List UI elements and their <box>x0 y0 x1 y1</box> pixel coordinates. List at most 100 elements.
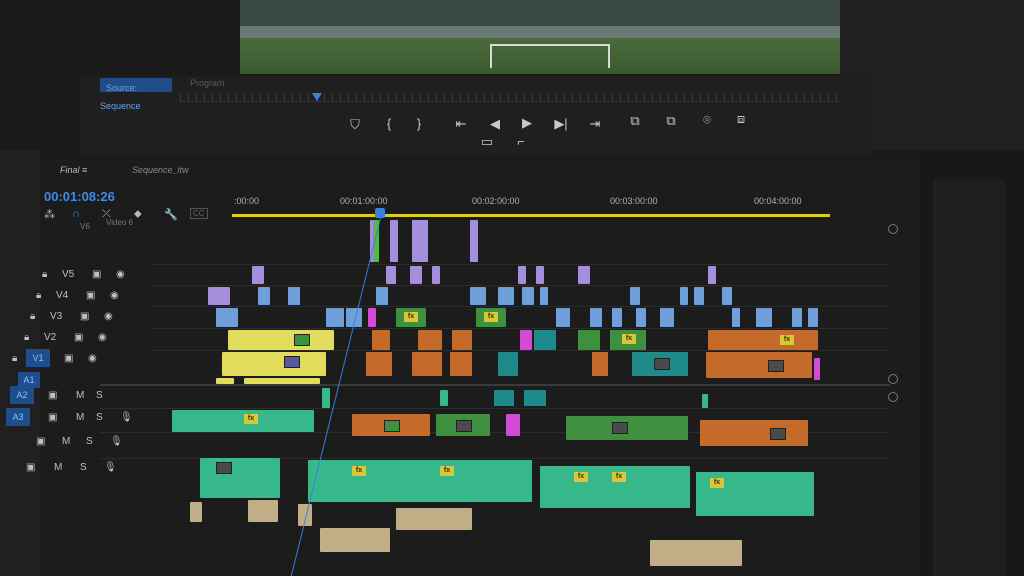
audio-clip[interactable] <box>440 390 448 406</box>
audio-clip[interactable] <box>700 420 808 446</box>
zoom-handle[interactable] <box>888 392 898 402</box>
go-to-out-button[interactable]: ⇥ <box>586 116 604 132</box>
step-back-button[interactable]: ◀ <box>486 116 504 132</box>
video-clip[interactable] <box>372 330 390 350</box>
add-marker-icon[interactable]: ⬥ <box>134 208 142 221</box>
audio-clip[interactable] <box>650 540 742 566</box>
audio-clip[interactable] <box>322 388 330 408</box>
video-clip[interactable] <box>660 308 674 327</box>
video-clip[interactable] <box>520 330 532 350</box>
video-clip[interactable] <box>216 378 234 384</box>
video-clip[interactable] <box>636 308 646 327</box>
mark-out-button[interactable]: } <box>410 116 428 131</box>
solo-button[interactable]: S <box>86 436 93 447</box>
tab-source[interactable]: Source: Sequence <box>100 78 172 111</box>
sync-icon[interactable]: ▣ <box>92 269 101 280</box>
audio-clip[interactable] <box>436 414 490 436</box>
eye-icon[interactable]: ◉ <box>110 290 119 301</box>
video-clip[interactable] <box>390 220 398 262</box>
video-clip[interactable] <box>326 308 344 327</box>
video-clip[interactable] <box>228 330 334 350</box>
timecode-display[interactable]: 00:01:08:26 <box>44 189 115 204</box>
eye-icon[interactable]: ◉ <box>88 353 97 364</box>
lock-icon[interactable]: 🔒︎ <box>36 290 41 301</box>
video-clip[interactable] <box>518 266 526 284</box>
step-forward-button[interactable]: ▶| <box>552 116 570 132</box>
video-clip[interactable] <box>592 352 608 376</box>
export-frame-button[interactable]: ⌾ <box>698 112 716 128</box>
track-label[interactable]: V1 <box>26 349 50 367</box>
playhead-handle[interactable] <box>375 208 385 218</box>
audio-clip[interactable] <box>396 508 472 530</box>
video-clip[interactable] <box>498 287 514 305</box>
audio-clip[interactable]: fx <box>172 410 314 432</box>
lock-icon[interactable]: 🔒︎ <box>24 332 29 343</box>
go-to-in-button[interactable]: ⇤ <box>452 116 470 132</box>
video-clip[interactable] <box>722 287 732 305</box>
video-clip[interactable] <box>632 352 688 376</box>
mic-icon[interactable]: 🎙︎ <box>120 412 133 423</box>
insert-button[interactable]: ⧉ <box>626 113 644 129</box>
audio-clip[interactable] <box>524 390 546 406</box>
mute-button[interactable]: M <box>62 436 70 447</box>
video-clip[interactable] <box>432 266 440 284</box>
video-clip[interactable] <box>208 287 230 305</box>
audio-clip[interactable] <box>248 500 278 522</box>
video-clip[interactable] <box>450 352 472 376</box>
lock-icon[interactable]: 🔒︎ <box>30 311 35 322</box>
video-clip[interactable] <box>732 308 740 327</box>
sync-icon[interactable]: ▣ <box>74 332 83 343</box>
audio-clip[interactable] <box>352 414 430 436</box>
solo-button[interactable]: S <box>96 412 103 423</box>
sync-icon[interactable]: ▣ <box>36 436 45 447</box>
video-clip[interactable] <box>814 358 820 380</box>
solo-button[interactable]: S <box>96 390 103 401</box>
solo-button[interactable]: S <box>80 462 87 473</box>
monitor-playhead[interactable] <box>312 93 322 101</box>
video-clip[interactable] <box>578 330 600 350</box>
video-clip[interactable] <box>244 378 320 384</box>
video-clip[interactable] <box>792 308 802 327</box>
sync-icon[interactable]: ▣ <box>26 462 35 473</box>
play-button[interactable]: ▶ <box>518 115 536 131</box>
video-clip[interactable]: fx <box>708 330 818 350</box>
zoom-handle[interactable] <box>888 374 898 384</box>
track-label[interactable]: A3 <box>6 408 30 426</box>
video-clip[interactable] <box>498 352 518 376</box>
video-clip[interactable] <box>470 287 486 305</box>
video-clip[interactable] <box>216 308 238 327</box>
video-clip[interactable] <box>522 287 534 305</box>
video-clip[interactable] <box>366 352 392 376</box>
audio-clip[interactable]: fx <box>696 472 814 516</box>
video-clip[interactable] <box>680 287 688 305</box>
safe-margins-button[interactable]: ▭ <box>478 134 496 150</box>
video-clip[interactable] <box>418 330 442 350</box>
video-clip[interactable] <box>756 308 772 327</box>
video-clip[interactable]: fx <box>476 308 506 327</box>
work-area-bar[interactable] <box>232 214 830 217</box>
video-clip[interactable]: fx <box>396 308 426 327</box>
sync-icon[interactable]: ▣ <box>48 390 57 401</box>
audio-clip[interactable] <box>494 390 514 406</box>
mute-button[interactable]: M <box>54 462 62 473</box>
monitor-ruler[interactable] <box>180 93 840 102</box>
eye-icon[interactable]: ◉ <box>98 332 107 343</box>
audio-clip[interactable] <box>702 394 708 408</box>
video-clip[interactable] <box>708 266 716 284</box>
video-clip[interactable] <box>412 220 428 262</box>
mic-icon[interactable]: 🎙︎ <box>104 462 117 473</box>
tab-program[interactable]: Program <box>190 78 225 88</box>
eye-icon[interactable]: ◉ <box>104 311 113 322</box>
video-clip[interactable] <box>808 308 818 327</box>
crop-button[interactable]: ⌐ <box>512 134 530 149</box>
audio-clip[interactable]: fx fx <box>308 460 532 502</box>
video-clip[interactable] <box>258 287 270 305</box>
comparison-view-button[interactable]: ⧈ <box>732 111 750 127</box>
video-clip[interactable] <box>470 220 478 262</box>
video-clip[interactable] <box>578 266 590 284</box>
video-clip[interactable] <box>412 352 442 376</box>
mark-in-button[interactable]: { <box>380 116 398 131</box>
audio-clip[interactable] <box>320 528 390 552</box>
sync-icon[interactable]: ▣ <box>80 311 89 322</box>
video-clip[interactable]: fx <box>610 330 646 350</box>
